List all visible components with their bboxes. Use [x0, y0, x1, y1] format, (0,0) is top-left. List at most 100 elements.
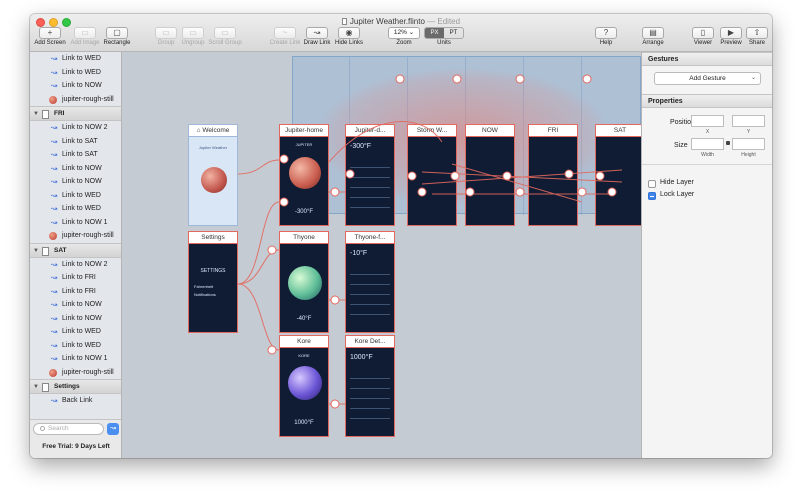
sidebar-item-link[interactable]: ↝ Link to NOW 2 — [30, 258, 121, 272]
link-handle[interactable] — [450, 171, 460, 181]
lock-icon[interactable] — [726, 141, 730, 145]
disclosure-triangle-icon[interactable]: ▼ — [33, 107, 39, 121]
link-handle[interactable] — [564, 169, 574, 179]
link-handle[interactable] — [595, 171, 605, 181]
link-handle[interactable] — [502, 171, 512, 181]
sidebar-item-link[interactable]: ↝ Link to NOW 2 — [30, 121, 121, 135]
sidebar-section-sat[interactable]: ▼ SAT — [30, 242, 121, 258]
link-icon: ↝ — [50, 340, 58, 350]
sidebar-item-link[interactable]: ↝ Link to WED — [30, 202, 121, 216]
link-handle[interactable] — [582, 74, 592, 84]
sidebar-item-label: Link to WED — [62, 328, 101, 335]
sidebar-item-link[interactable]: ↝ Link to SAT — [30, 135, 121, 149]
link-handle[interactable] — [417, 187, 427, 197]
group-button[interactable]: ▭ Group — [154, 27, 178, 46]
image-thumbnail-icon — [49, 368, 57, 377]
link-handle[interactable] — [279, 154, 289, 164]
add-gesture-select[interactable]: Add Gesture ⌄ — [654, 72, 761, 85]
link-handle[interactable] — [577, 187, 587, 197]
sidebar-item-link[interactable]: ↝ Link to NOW — [30, 312, 121, 326]
sidebar-item-link[interactable]: ↝ Link to WED — [30, 66, 121, 80]
rectangle-icon: ▢ — [106, 27, 128, 39]
sidebar-item-link[interactable]: ↝ Link to NOW — [30, 79, 121, 93]
link-icon: ↝ — [50, 217, 58, 227]
divider — [642, 164, 772, 165]
sidebar-item-label: Link to NOW 1 — [62, 355, 108, 362]
link-handle[interactable] — [279, 197, 289, 207]
rectangle-button[interactable]: ▢ Rectangle — [102, 27, 132, 46]
disclosure-triangle-icon[interactable]: ▼ — [33, 244, 39, 258]
sidebar-section-settings[interactable]: ▼ Settings — [30, 379, 121, 394]
zoom-control[interactable]: 12% ⌄ Zoom — [386, 27, 422, 46]
hide-layer-checkbox[interactable] — [648, 180, 656, 188]
arrange-label: Arrange — [642, 40, 664, 46]
link-handle[interactable] — [452, 74, 462, 84]
sidebar-item-link[interactable]: ↝ Link to NOW — [30, 162, 121, 176]
link-handle[interactable] — [330, 187, 340, 197]
ungroup-button[interactable]: ▭ Ungroup — [180, 27, 206, 46]
link-handle[interactable] — [407, 171, 417, 181]
width-input[interactable] — [691, 138, 724, 150]
create-link-button[interactable]: ~ Create Link — [269, 27, 301, 46]
viewer-icon: ▯ — [692, 27, 714, 39]
link-handle[interactable] — [395, 74, 405, 84]
sidebar-item-link[interactable]: ↝ Link to FRI — [30, 285, 121, 299]
disclosure-triangle-icon[interactable]: ▼ — [33, 380, 39, 394]
position-y-input[interactable] — [732, 115, 765, 127]
units-pt-button[interactable]: PT — [444, 28, 463, 38]
sidebar-item-link[interactable]: ↝ Link to WED — [30, 189, 121, 203]
sidebar-item-label: Link to NOW — [62, 314, 102, 322]
units-px-button[interactable]: PX — [425, 28, 444, 38]
share-button[interactable]: ⇧ Share — [745, 27, 769, 46]
sidebar-item-link[interactable]: ↝ Link to NOW — [30, 175, 121, 189]
position-x-input[interactable] — [691, 115, 724, 127]
zoom-select[interactable]: 12% ⌄ — [388, 27, 420, 39]
sidebar-item-link[interactable]: ↝ Link to WED — [30, 325, 121, 339]
sidebar-item-label: jupiter-rough-still — [62, 95, 114, 103]
link-filter-icon[interactable]: ↝ — [107, 423, 119, 435]
sidebar-section-fri[interactable]: ▼ FRI — [30, 106, 121, 121]
title-bar: Jupiter Weather.flinto — Edited + Add Sc… — [30, 14, 772, 52]
viewer-button[interactable]: ▯ Viewer — [690, 27, 716, 46]
plus-icon: + — [39, 27, 61, 39]
search-field[interactable]: Search — [33, 423, 104, 435]
add-gesture-label: Add Gesture — [689, 75, 726, 82]
sidebar-item-link[interactable]: ↝ Back Link — [30, 394, 121, 408]
preview-button[interactable]: ▶ Preview — [718, 27, 744, 46]
sidebar-item-image[interactable]: jupiter-rough-still — [30, 229, 121, 243]
draw-link-button[interactable]: ↝ Draw Link — [303, 27, 331, 46]
hide-links-button[interactable]: ◉ Hide Links — [333, 27, 365, 46]
app-window: Jupiter Weather.flinto — Edited + Add Sc… — [30, 14, 772, 458]
link-handle[interactable] — [465, 187, 475, 197]
link-handle[interactable] — [330, 399, 340, 409]
link-handle[interactable] — [515, 74, 525, 84]
inspector-panel: Gestures Add Gesture ⌄ Properties Positi… — [641, 52, 772, 458]
add-image-button[interactable]: ▭ Add Image — [69, 27, 101, 46]
sidebar-item-image[interactable]: jupiter-rough-still — [30, 93, 121, 107]
sidebar-item-link[interactable]: ↝ Link to NOW 1 — [30, 216, 121, 230]
sidebar-item-link[interactable]: ↝ Link to SAT — [30, 148, 121, 162]
help-button[interactable]: ? Help — [593, 27, 619, 46]
link-handle[interactable] — [330, 295, 340, 305]
sidebar-item-link[interactable]: ↝ Link to NOW 1 — [30, 352, 121, 366]
link-handle[interactable] — [607, 187, 617, 197]
scroll-group-button[interactable]: ▭ Scroll Group — [207, 27, 243, 46]
sidebar-item-link[interactable]: ↝ Link to FRI — [30, 271, 121, 285]
link-handle[interactable] — [345, 169, 355, 179]
design-canvas[interactable]: ⌂ Welcome Jupiter Weather Jupiter-home J… — [122, 52, 641, 458]
lock-layer-label: Lock Layer — [660, 191, 695, 198]
sidebar-item-link[interactable]: ↝ Link to WED — [30, 52, 121, 66]
link-handle[interactable] — [267, 245, 277, 255]
add-screen-button[interactable]: + Add Screen — [33, 27, 67, 46]
lock-layer-checkbox[interactable] — [648, 192, 656, 200]
link-handle[interactable] — [267, 345, 277, 355]
sidebar-item-link[interactable]: ↝ Link to NOW — [30, 298, 121, 312]
link-handle[interactable] — [515, 187, 525, 197]
sidebar-item-label: jupiter-rough-still — [62, 232, 114, 239]
height-input[interactable] — [732, 138, 765, 150]
hide-layer-label: Hide Layer — [660, 179, 694, 186]
arrange-button[interactable]: ▤ Arrange — [638, 27, 668, 46]
sidebar-item-link[interactable]: ↝ Link to WED — [30, 339, 121, 353]
sidebar-item-image[interactable]: jupiter-rough-still — [30, 366, 121, 380]
image-icon: ▭ — [74, 27, 96, 39]
